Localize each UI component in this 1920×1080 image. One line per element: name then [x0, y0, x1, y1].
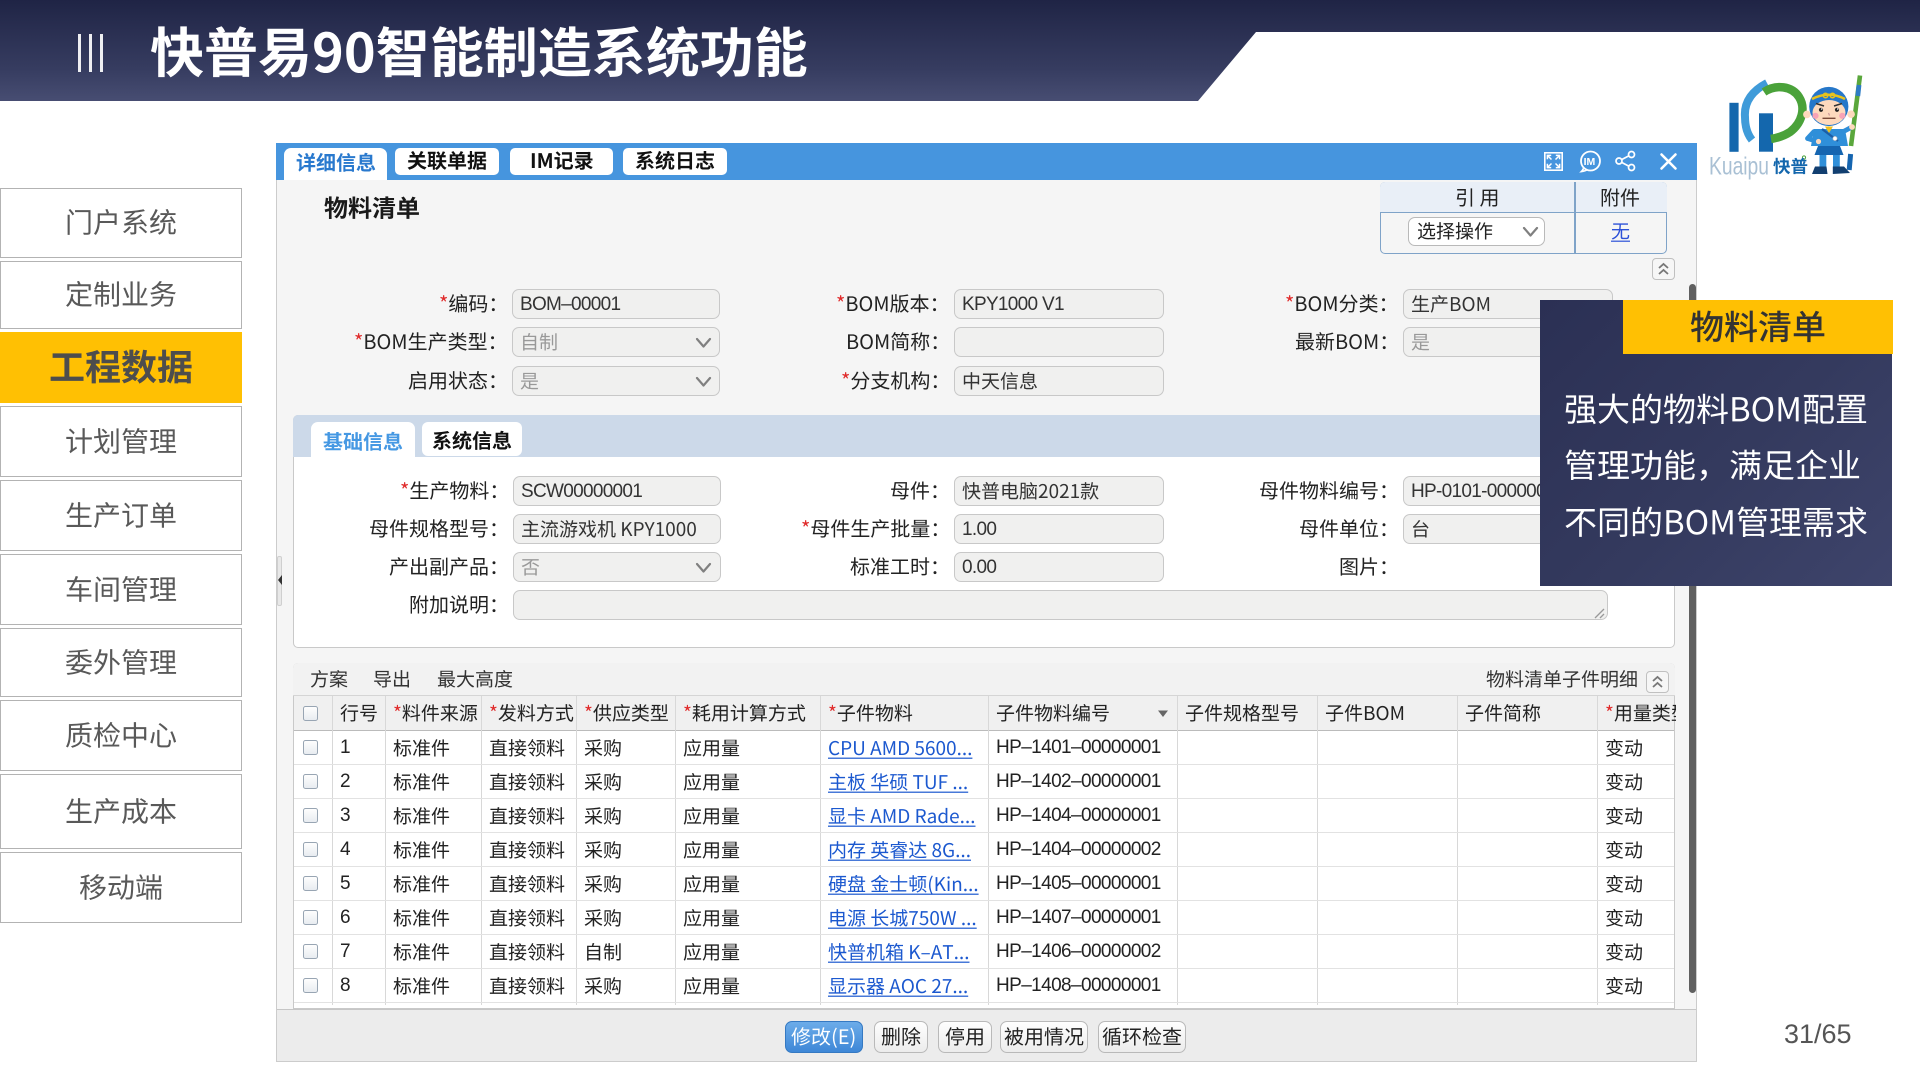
svg-text:Kuaipu: Kuaipu: [1709, 152, 1769, 180]
svg-text:IM: IM: [1584, 156, 1596, 168]
